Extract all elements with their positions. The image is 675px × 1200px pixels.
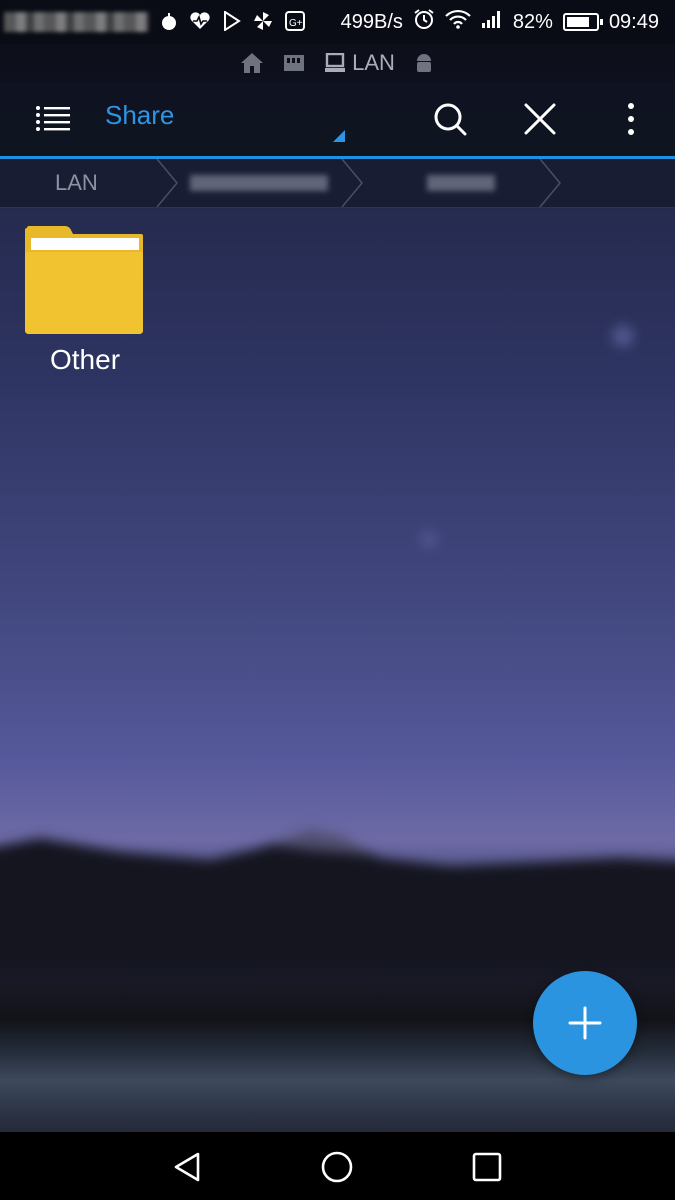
folder-name: Other [49,344,121,375]
clock: 09:49 [608,10,659,33]
health-icon [189,11,211,33]
status-bar: G+ 499B/s 82% 09:49 [0,0,675,44]
bomb-icon [161,11,177,34]
status-right: 499B/s 82% 09:49 [341,0,659,44]
svg-text:G+: G+ [289,18,303,29]
folder-icon [25,226,143,334]
net-speed: 499B/s [340,10,403,33]
mountain-silhouette [0,828,675,970]
redacted-text [427,175,495,191]
lan-location[interactable]: LAN [324,50,395,76]
battery-icon [562,13,603,31]
breadcrumb-item-redacted[interactable] [190,159,328,207]
navigation-bar [0,1132,675,1200]
back-icon[interactable] [162,1142,212,1192]
star-glow [420,530,438,548]
signal-icon [481,9,503,35]
dropdown-triangle-icon[interactable] [333,130,345,142]
home-circle-icon[interactable] [312,1142,362,1192]
wifi-icon [445,9,471,35]
location-label: LAN [352,50,395,75]
share-title[interactable]: Share [105,100,174,131]
android-icon[interactable] [413,52,435,74]
toolbar: Share [0,82,675,159]
carrier-name-redacted [4,12,149,32]
more-vert-icon[interactable] [606,94,656,144]
star-glow [612,325,634,347]
add-button[interactable] [533,971,637,1075]
search-icon[interactable] [425,94,475,144]
alarm-icon [413,8,435,36]
breadcrumb-separator-icon [539,159,561,207]
pinwheel-icon [253,11,273,34]
breadcrumb-separator-icon [156,159,178,207]
close-icon[interactable] [515,94,565,144]
sd-card-icon[interactable] [282,53,306,73]
home-icon[interactable] [240,52,264,74]
battery-level [566,17,590,27]
folder-item[interactable]: Other [18,222,152,382]
status-left: G+ [0,0,305,44]
recents-icon[interactable] [462,1142,512,1192]
redacted-text [190,175,328,191]
breadcrumb: LAN [0,159,675,208]
google-plus-icon: G+ [285,10,305,34]
breadcrumb-item-lan[interactable]: LAN [55,159,98,207]
menu-icon[interactable] [28,94,78,144]
computer-icon [325,53,346,72]
location-bar: LAN [0,44,675,82]
breadcrumb-item-redacted[interactable] [427,159,495,207]
plus-icon [568,1006,602,1040]
breadcrumb-separator-icon [341,159,363,207]
play-store-icon [223,9,241,34]
screen: G+ 499B/s 82% 09:49 LAN Share LAN Other [0,0,675,1200]
battery-percent: 82% [512,10,553,33]
